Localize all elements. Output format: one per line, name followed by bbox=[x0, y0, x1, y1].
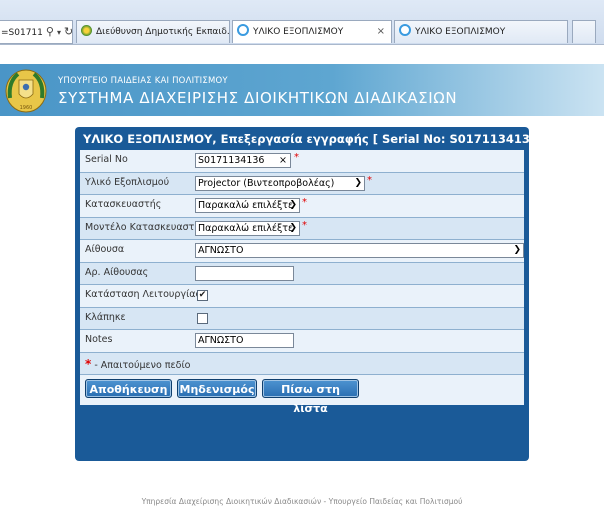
model-select[interactable]: Παρακαλώ επιλέξτε ❯ bbox=[195, 220, 300, 236]
dropdown-icon[interactable]: ▾ bbox=[57, 28, 61, 37]
serial-input[interactable]: S0171134136 × bbox=[195, 153, 291, 168]
close-tab-icon[interactable]: × bbox=[377, 21, 385, 43]
save-button[interactable]: Αποθήκευση bbox=[85, 379, 172, 398]
new-tab-button[interactable] bbox=[572, 20, 596, 43]
button-row: Αποθήκευση Μηδενισμός Πίσω στη λίστα bbox=[80, 375, 524, 415]
edit-form-panel: ΥΛΙΚΟ ΕΞΟΠΛΙΣΜΟΥ, Επεξεργασία εγγραφής [… bbox=[75, 127, 547, 461]
working-status-label: Κατάσταση Λειτουργίας bbox=[85, 289, 202, 300]
required-star-icon: * bbox=[85, 356, 92, 371]
room-number-input[interactable] bbox=[195, 265, 294, 281]
chevron-down-icon: ❯ bbox=[513, 245, 521, 255]
site-icon bbox=[81, 25, 92, 36]
row-legend: * - Απαιτούμενο πεδίο bbox=[80, 352, 524, 375]
browser-tab-bar: =S01711 ⚲ ▾ ↻ Διεύθυνση Δημοτικής Εκπαιδ...… bbox=[0, 0, 604, 45]
manufacturer-label: Κατασκευαστής bbox=[85, 199, 162, 210]
equipment-value: Projector (Βιντεοπροβολέας) bbox=[198, 177, 335, 189]
refresh-icon[interactable]: ↻ bbox=[64, 25, 72, 38]
serial-label: Serial No bbox=[85, 154, 128, 165]
form-fields: Serial No S0171134136 × * Υλικό Εξοπλισμ… bbox=[80, 150, 524, 415]
model-value: Παρακαλώ επιλέξτε bbox=[198, 222, 294, 234]
manufacturer-value: Παρακαλώ επιλέξτε bbox=[198, 200, 294, 211]
required-mark: * bbox=[367, 174, 372, 186]
stolen-checkbox[interactable] bbox=[197, 312, 208, 324]
address-bar[interactable]: =S01711 ⚲ ▾ ↻ bbox=[0, 20, 73, 44]
tab-1[interactable]: Διεύθυνση Δημοτικής Εκπαιδ... bbox=[76, 20, 230, 43]
room-select[interactable]: ΑΓΝΩΣΤΟ ❯ bbox=[195, 243, 524, 258]
row-working: Κατάσταση Λειτουργίας ✔ bbox=[80, 285, 524, 308]
row-serial: Serial No S0171134136 × * bbox=[80, 150, 524, 173]
ministry-name: ΥΠΟΥΡΓΕΙΟ ΠΑΙΔΕΙΑΣ ΚΑΙ ΠΟΛΙΤΙΣΜΟΥ bbox=[58, 76, 228, 86]
room-value: ΑΓΝΩΣΤΟ bbox=[198, 245, 244, 256]
back-to-list-button[interactable]: Πίσω στη λίστα bbox=[262, 379, 359, 415]
row-notes: Notes ΑΓΝΩΣΤΟ bbox=[80, 330, 524, 353]
row-model: Μοντέλο Κατασκευαστή Παρακαλώ επιλέξτε ❯… bbox=[80, 217, 524, 240]
ie-icon bbox=[399, 24, 411, 36]
chevron-down-icon: ❯ bbox=[289, 200, 297, 210]
tab-1-label: Διεύθυνση Δημοτικής Εκπαιδ... bbox=[96, 27, 230, 37]
stolen-label: Κλάπηκε bbox=[85, 311, 126, 323]
equipment-select[interactable]: Projector (Βιντεοπροβολέας) ❯ bbox=[195, 175, 365, 191]
tab-3[interactable]: ΥΛΙΚΟ ΕΞΟΠΛΙΣΜΟΥ bbox=[394, 20, 568, 43]
row-equipment: Υλικό Εξοπλισμού Projector (Βιντεοπροβολ… bbox=[80, 172, 524, 195]
required-mark: * bbox=[302, 219, 307, 231]
chevron-down-icon: ❯ bbox=[354, 177, 362, 188]
address-text[interactable]: =S01711 bbox=[0, 28, 43, 38]
system-title: ΣΥΣΤΗΜΑ ΔΙΑΧΕΙΡΙΣΗΣ ΔΙΟΙΚΗΤΙΚΩΝ ΔΙΑΔΙΚΑΣ… bbox=[58, 89, 458, 107]
chevron-down-icon: ❯ bbox=[289, 222, 297, 233]
required-legend: * - Απαιτούμενο πεδίο bbox=[85, 357, 191, 371]
manufacturer-select[interactable]: Παρακαλώ επιλέξτε ❯ bbox=[195, 198, 300, 213]
required-mark: * bbox=[302, 197, 307, 208]
required-mark: * bbox=[294, 152, 299, 163]
reset-button[interactable]: Μηδενισμός bbox=[177, 379, 257, 398]
row-room-number: Αρ. Αίθουσας bbox=[80, 262, 524, 285]
clear-icon[interactable]: × bbox=[279, 154, 287, 167]
notes-label: Notes bbox=[85, 334, 113, 345]
working-status-checkbox[interactable]: ✔ bbox=[197, 290, 208, 301]
room-label: Αίθουσα bbox=[85, 244, 125, 255]
room-number-label: Αρ. Αίθουσας bbox=[85, 266, 149, 278]
legend-text: - Απαιτούμενο πεδίο bbox=[94, 359, 191, 371]
page-footer: Υπηρεσία Διαχείρισης Διοικητικών Διαδικα… bbox=[141, 497, 463, 506]
emblem-logo: 1960 bbox=[5, 69, 47, 113]
svg-text:1960: 1960 bbox=[20, 105, 33, 111]
row-room: Αίθουσα ΑΓΝΩΣΤΟ ❯ bbox=[80, 240, 524, 263]
tab-2[interactable]: ΥΛΙΚΟ ΕΞΟΠΛΙΣΜΟΥ × bbox=[232, 20, 392, 43]
row-manufacturer: Κατασκευαστής Παρακαλώ επιλέξτε ❯ * bbox=[80, 195, 524, 218]
ie-icon bbox=[237, 24, 249, 36]
tab-2-label: ΥΛΙΚΟ ΕΞΟΠΛΙΣΜΟΥ bbox=[253, 27, 344, 37]
equipment-label: Υλικό Εξοπλισμού bbox=[85, 176, 170, 188]
search-icon[interactable]: ⚲ bbox=[46, 25, 54, 38]
notes-input[interactable]: ΑΓΝΩΣΤΟ bbox=[195, 333, 294, 348]
model-label: Μοντέλο Κατασκευαστή bbox=[85, 221, 201, 233]
serial-value: S0171134136 bbox=[198, 155, 265, 166]
form-title: ΥΛΙΚΟ ΕΞΟΠΛΙΣΜΟΥ, Επεξεργασία εγγραφής [… bbox=[83, 132, 548, 146]
row-stolen: Κλάπηκε bbox=[80, 307, 524, 330]
tab-3-label: ΥΛΙΚΟ ΕΞΟΠΛΙΣΜΟΥ bbox=[415, 27, 506, 37]
